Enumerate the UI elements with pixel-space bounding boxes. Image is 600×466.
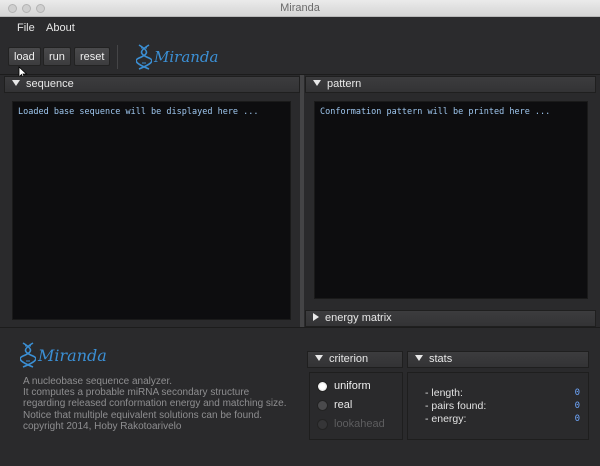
stat-value: 0 bbox=[574, 401, 580, 411]
toolbar-logo: Miranda bbox=[136, 44, 218, 70]
collapse-triangle-icon bbox=[315, 355, 323, 362]
sequence-placeholder: Loaded base sequence will be displayed h… bbox=[18, 107, 259, 117]
window-title: Miranda bbox=[280, 2, 320, 14]
info-area: Miranda A nucleobase sequence analyzer. … bbox=[0, 327, 600, 466]
radio-real[interactable]: real bbox=[317, 399, 352, 411]
about-logo-text: Miranda bbox=[38, 345, 107, 365]
dna-helix-icon bbox=[136, 44, 152, 70]
stat-label: - length: bbox=[425, 387, 463, 399]
sequence-text-area[interactable]: Loaded base sequence will be displayed h… bbox=[12, 101, 291, 320]
pattern-panel-title: pattern bbox=[327, 78, 362, 90]
sequence-panel-title: sequence bbox=[26, 78, 74, 90]
about-line: It computes a probable miRNA secondary s… bbox=[23, 387, 250, 399]
about-line: copyright 2014, Hoby Rakotoarivelo bbox=[23, 420, 182, 432]
load-button[interactable]: load bbox=[8, 47, 41, 66]
radio-lookahead: lookahead bbox=[317, 418, 385, 430]
criterion-title: criterion bbox=[329, 353, 369, 365]
reset-button[interactable]: reset bbox=[74, 47, 111, 66]
title-bar: Miranda bbox=[0, 0, 600, 17]
dna-helix-icon bbox=[20, 342, 36, 368]
about-logo: Miranda bbox=[20, 341, 107, 369]
radio-disabled-icon bbox=[317, 418, 328, 430]
radio-uniform[interactable]: uniform bbox=[317, 380, 371, 392]
stats-panel-header[interactable]: stats bbox=[407, 351, 589, 368]
about-line: regarding released conformation energy a… bbox=[23, 398, 287, 410]
radio-unselected-icon bbox=[317, 399, 328, 411]
criterion-group: uniform real lookahead bbox=[309, 372, 403, 440]
stats-title: stats bbox=[429, 353, 453, 365]
logo-text: Miranda bbox=[154, 48, 219, 66]
energy-matrix-title: energy matrix bbox=[325, 312, 392, 324]
run-button[interactable]: run bbox=[43, 47, 71, 66]
menu-file[interactable]: File bbox=[17, 22, 35, 34]
criterion-panel-header[interactable]: criterion bbox=[307, 351, 403, 368]
about-line: Notice that multiple equivalent solution… bbox=[23, 409, 263, 421]
about-line: A nucleobase sequence analyzer. bbox=[23, 376, 172, 387]
radio-label: uniform bbox=[334, 380, 371, 392]
toolbar-separator bbox=[117, 45, 118, 69]
energy-matrix-panel-header[interactable]: energy matrix bbox=[305, 310, 596, 327]
collapse-triangle-icon bbox=[415, 355, 423, 362]
stat-label: - pairs found: bbox=[425, 400, 487, 412]
pattern-panel-header[interactable]: pattern bbox=[305, 76, 596, 93]
toolbar: load run reset Miranda bbox=[0, 39, 600, 75]
collapse-triangle-icon bbox=[313, 80, 321, 87]
pattern-text-area[interactable]: Conformation pattern will be printed her… bbox=[314, 101, 588, 299]
pattern-placeholder: Conformation pattern will be printed her… bbox=[320, 107, 551, 117]
about-description: A nucleobase sequence analyzer. It compu… bbox=[23, 376, 287, 432]
collapse-triangle-icon bbox=[12, 80, 20, 87]
stat-label: - energy: bbox=[425, 413, 467, 425]
sequence-panel-header[interactable]: sequence bbox=[4, 76, 300, 93]
stat-value: 0 bbox=[574, 388, 580, 398]
menu-bar: File About bbox=[0, 17, 600, 39]
radio-selected-icon bbox=[317, 380, 328, 392]
radio-label: real bbox=[334, 399, 353, 411]
stat-value: 0 bbox=[574, 414, 580, 424]
menu-about[interactable]: About bbox=[46, 22, 75, 34]
split-pane-divider[interactable] bbox=[300, 75, 304, 327]
stats-group: - length: 0 - pairs found: 0 - energy: 0 bbox=[407, 372, 589, 440]
expand-triangle-icon bbox=[313, 313, 319, 322]
radio-label: lookahead bbox=[334, 418, 385, 430]
